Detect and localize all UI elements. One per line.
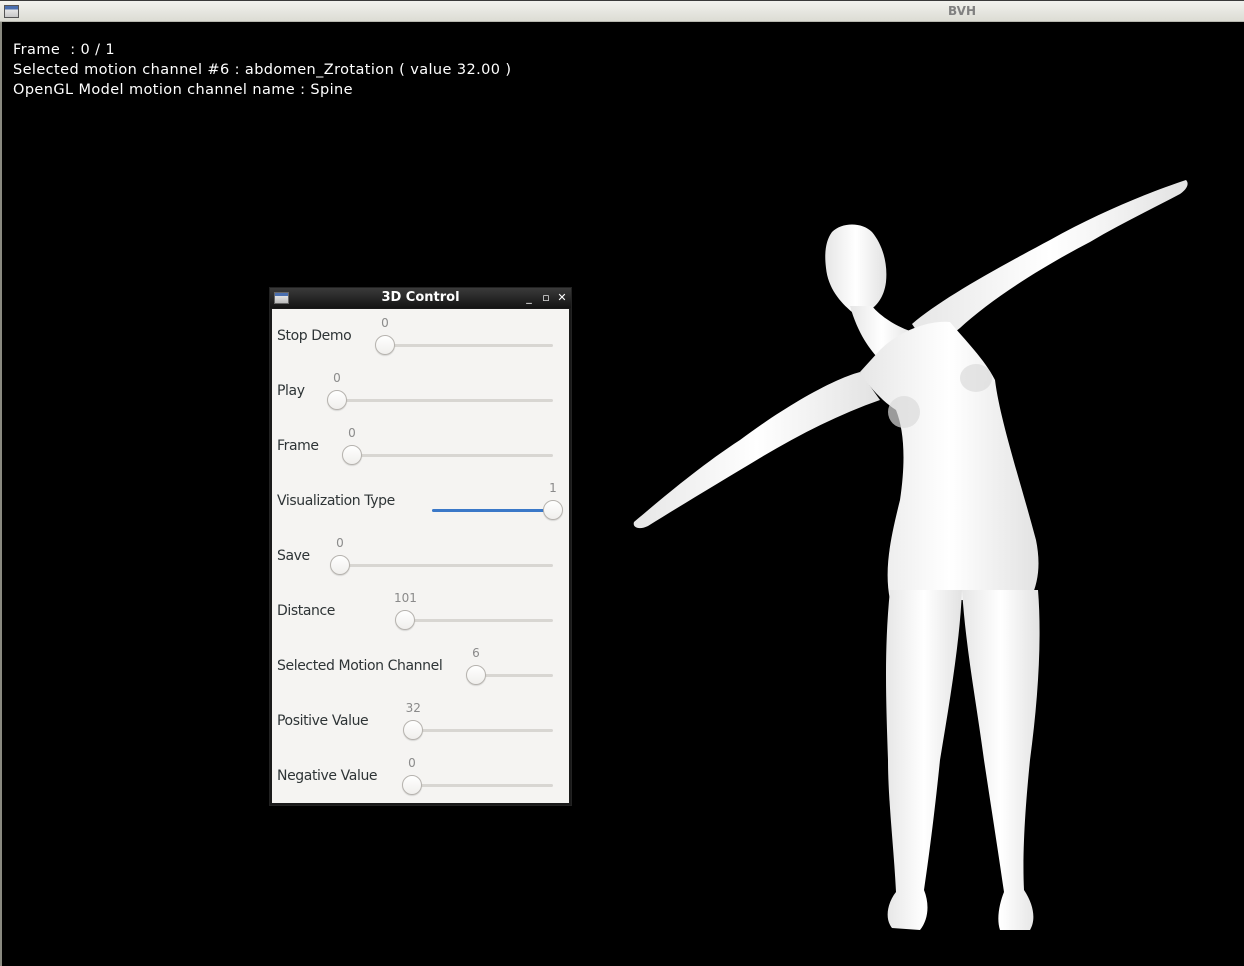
slider-label: Save <box>277 548 310 564</box>
maximize-icon[interactable]: ▫ <box>540 291 552 305</box>
control-panel: Stop Demo 0 Play 0 Frame 0 Visualization Type 1… <box>272 309 569 803</box>
slider-track[interactable] <box>352 454 553 457</box>
control-window: 3D Control _ ▫ ✕ Stop Demo 0 Play 0 Frame 0 Vi… <box>269 287 572 806</box>
slider-handle[interactable] <box>466 665 486 685</box>
slider-row-visualization-type: Visualization Type 1 <box>272 474 569 529</box>
model-arm-right <box>912 180 1188 350</box>
slider-value: 0 <box>336 536 344 550</box>
slider-value: 0 <box>381 316 389 330</box>
selected-channel-readout: Selected motion channel #6 : abdomen_Zro… <box>13 62 512 78</box>
slider-row-selected-motion-channel: Selected Motion Channel 6 <box>272 639 569 694</box>
slider-label: Distance <box>277 603 336 619</box>
model-torso <box>860 321 1039 600</box>
slider-row-play: Play 0 <box>272 364 569 419</box>
slider-value: 0 <box>408 756 416 770</box>
slider-handle[interactable] <box>395 610 416 630</box>
slider-row-stop-demo: Stop Demo 0 <box>272 309 569 364</box>
slider-label: Positive Value <box>277 713 369 729</box>
model-arm-left <box>633 372 880 529</box>
slider-track[interactable] <box>340 564 553 567</box>
close-icon[interactable]: ✕ <box>556 291 568 305</box>
slider-row-frame: Frame 0 <box>272 419 569 474</box>
slider-row-save: Save 0 <box>272 529 569 584</box>
slider-label: Play <box>277 383 305 399</box>
slider-label: Visualization Type <box>277 493 395 509</box>
slider-track[interactable] <box>337 399 553 402</box>
slider-value: 6 <box>472 646 480 660</box>
slider-track[interactable] <box>412 784 553 787</box>
model-leg-right <box>962 590 1040 930</box>
model-leg-left <box>886 590 962 930</box>
slider-label: Selected Motion Channel <box>277 658 443 674</box>
slider-row-positive-value: Positive Value 32 <box>272 694 569 749</box>
slider-value: 32 <box>405 701 421 715</box>
model-channel-readout: OpenGL Model motion channel name : Spine <box>13 82 353 98</box>
slider-label: Frame <box>277 438 319 454</box>
slider-handle[interactable] <box>402 775 422 795</box>
main-window-title: BVH <box>948 4 976 18</box>
slider-fill <box>432 509 553 512</box>
main-window-titlebar[interactable]: BVH <box>0 0 1244 22</box>
slider-label: Negative Value <box>277 768 378 784</box>
slider-handle[interactable] <box>543 500 563 520</box>
slider-row-distance: Distance 101 <box>272 584 569 639</box>
slider-track[interactable] <box>409 729 553 732</box>
slider-track[interactable] <box>476 674 553 677</box>
slider-handle[interactable] <box>342 445 362 465</box>
slider-track[interactable] <box>404 619 553 622</box>
minimize-icon[interactable]: _ <box>523 291 535 305</box>
slider-value: 101 <box>394 591 417 605</box>
human-model[interactable] <box>620 170 1200 950</box>
slider-value: 0 <box>348 426 356 440</box>
slider-value: 0 <box>333 371 341 385</box>
slider-handle[interactable] <box>375 335 395 355</box>
slider-handle[interactable] <box>327 390 347 410</box>
slider-row-negative-value: Negative Value 0 <box>272 749 569 804</box>
overlay-info: Frame : 0 / 1 Selected motion channel #6… <box>13 40 511 100</box>
slider-handle[interactable] <box>330 555 350 575</box>
slider-track[interactable] <box>385 344 553 347</box>
slider-value: 1 <box>549 481 557 495</box>
slider-handle[interactable] <box>403 720 424 740</box>
model-head <box>825 224 887 315</box>
control-window-titlebar[interactable]: 3D Control _ ▫ ✕ <box>270 288 571 308</box>
window-icon[interactable] <box>4 5 19 18</box>
slider-label: Stop Demo <box>277 328 352 344</box>
frame-readout: Frame : 0 / 1 <box>13 42 116 58</box>
